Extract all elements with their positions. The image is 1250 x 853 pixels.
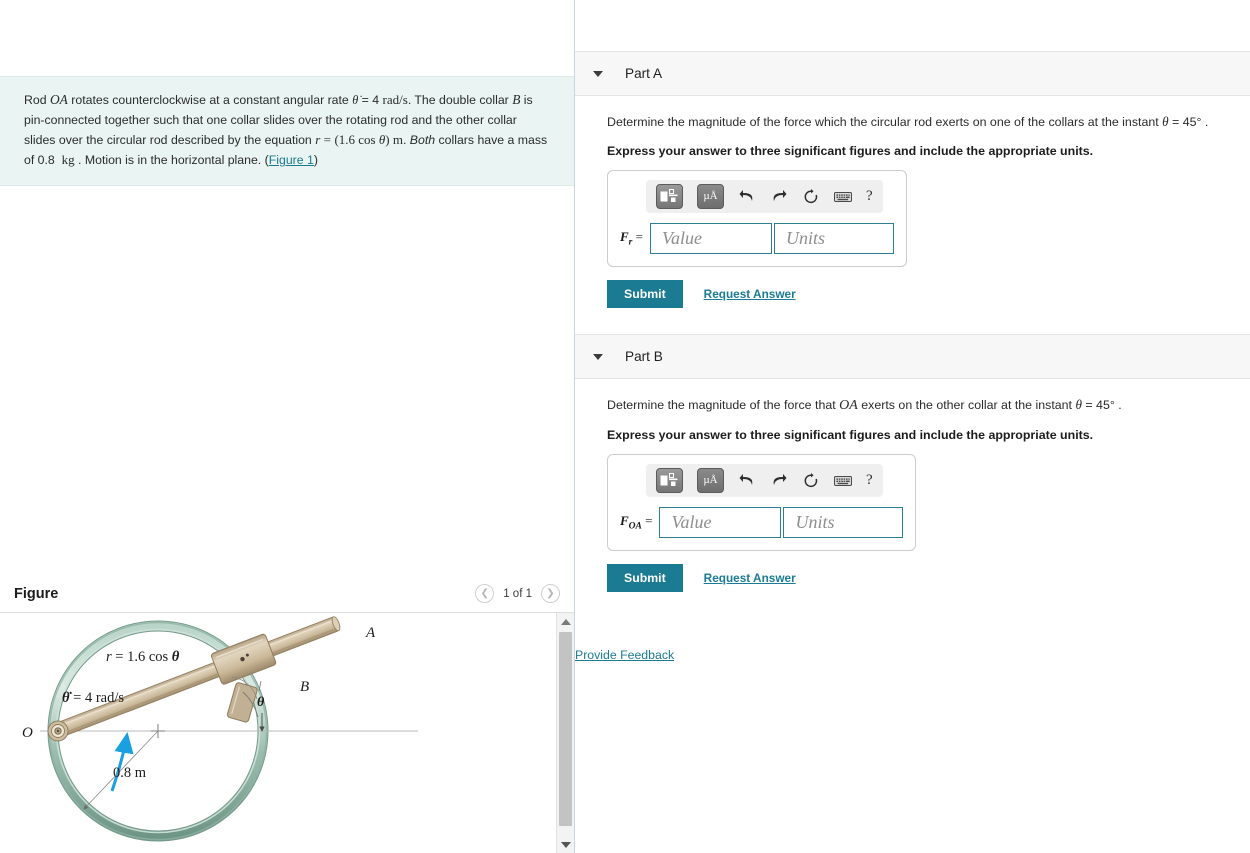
- part-b-header[interactable]: Part B: [575, 334, 1250, 379]
- units-icon[interactable]: µÅ: [697, 468, 724, 493]
- figure-navigation: ❮ 1 of 1 ❯: [475, 584, 560, 603]
- part-b-units-placeholder: Units: [795, 512, 835, 532]
- part-b-instruction: Express your answer to three significant…: [607, 428, 1094, 442]
- part-b-submit-button[interactable]: Submit: [607, 564, 683, 592]
- scrollbar-thumb[interactable]: [559, 632, 572, 826]
- undo-icon[interactable]: [738, 472, 756, 490]
- part-a-submit-row: Submit Request Answer: [607, 280, 1250, 308]
- figure-label-b: B: [300, 679, 309, 695]
- figure-title: Figure: [14, 585, 59, 602]
- part-b-value-placeholder: Value: [671, 512, 712, 532]
- part-b-request-answer-link[interactable]: Request Answer: [704, 571, 796, 585]
- part-a-answer-box: µÅ ? Fr = Value Units: [607, 170, 907, 267]
- triangle-up-icon: [560, 618, 571, 625]
- part-a-header[interactable]: Part A: [575, 51, 1250, 96]
- part-b-value-input[interactable]: Value: [659, 507, 782, 538]
- figure-1-link[interactable]: Figure 1: [269, 153, 314, 167]
- figure-label-radius: 0.8 m: [113, 765, 147, 781]
- problem-panel: Rod OA rotates counterclockwise at a con…: [0, 0, 575, 853]
- math-template-glyph: [660, 189, 678, 202]
- chevron-down-icon[interactable]: [593, 353, 603, 360]
- footer: Provide Feedback: [575, 620, 1250, 664]
- figure-scrollbar[interactable]: [556, 613, 574, 853]
- figure-label-origin: O: [22, 725, 33, 741]
- problem-statement-box: Rod OA rotates counterclockwise at a con…: [0, 76, 574, 187]
- problem-statement-text: Rod OA rotates counterclockwise at a con…: [24, 92, 548, 168]
- help-icon[interactable]: ?: [866, 188, 873, 205]
- part-a-input-row: Fr = Value Units: [620, 223, 894, 254]
- triangle-down-icon: [560, 841, 571, 848]
- scrollbar-up-button[interactable]: [557, 613, 574, 630]
- chevron-right-icon: ❯: [546, 587, 555, 599]
- homework-page: Rod OA rotates counterclockwise at a con…: [0, 0, 1250, 853]
- help-icon[interactable]: ?: [866, 472, 873, 489]
- part-a-units-input[interactable]: Units: [773, 223, 894, 254]
- provide-feedback-link[interactable]: Provide Feedback: [575, 648, 674, 662]
- chevron-left-icon: ❮: [480, 587, 489, 599]
- figure-label-theta: θ: [257, 695, 265, 710]
- part-b-body: Determine the magnitude of the force tha…: [575, 379, 1250, 592]
- oa-symbol: OA: [839, 398, 858, 413]
- part-a-question: Determine the magnitude of the force whi…: [607, 114, 1209, 129]
- part-b-units-input[interactable]: Units: [783, 507, 904, 538]
- part-b-input-row: FOA = Value Units: [620, 507, 904, 538]
- figure-diagram: O A B r = 1.6 cos θ θ̇ = 4 rad/s θ 0.8 m: [22, 616, 418, 842]
- figure-label-equation: r = 1.6 cos θ: [106, 649, 180, 665]
- figure-viewport: O A B r = 1.6 cos θ θ̇ = 4 rad/s θ 0.8 m: [0, 612, 574, 853]
- figure-header: Figure ❮ 1 of 1 ❯: [0, 575, 574, 612]
- figure-prev-button[interactable]: ❮: [475, 584, 495, 603]
- part-b-submit-row: Submit Request Answer: [607, 564, 1250, 592]
- redo-icon[interactable]: [770, 188, 788, 206]
- math-template-icon[interactable]: [656, 184, 683, 209]
- answer-panel: Part A Determine the magnitude of the fo…: [575, 0, 1250, 853]
- units-icon[interactable]: µÅ: [697, 184, 724, 209]
- figure-next-button[interactable]: ❯: [541, 584, 560, 603]
- figure-label-a: A: [365, 625, 376, 641]
- part-a-title: Part A: [625, 66, 663, 81]
- part-b-section: Part B Determine the magnitude of the fo…: [575, 334, 1250, 592]
- part-b-math-toolbar: µÅ ?: [646, 464, 883, 497]
- part-a-variable-label: Fr =: [620, 229, 643, 248]
- part-b-variable-label: FOA =: [620, 513, 653, 532]
- reset-icon[interactable]: [802, 472, 820, 490]
- undo-icon[interactable]: [738, 188, 756, 206]
- figure-counter: 1 of 1: [503, 587, 532, 600]
- reset-icon[interactable]: [802, 188, 820, 206]
- figure-label-omega: θ̇ = 4 rad/s: [62, 690, 124, 706]
- part-a-submit-button[interactable]: Submit: [607, 280, 683, 308]
- part-a-math-toolbar: µÅ ?: [646, 180, 883, 213]
- part-b-question: Determine the magnitude of the force tha…: [607, 397, 1122, 413]
- part-a-request-answer-link[interactable]: Request Answer: [704, 287, 796, 301]
- redo-icon[interactable]: [770, 472, 788, 490]
- part-b-title: Part B: [625, 349, 663, 364]
- keyboard-icon[interactable]: [834, 472, 852, 490]
- math-template-icon[interactable]: [656, 468, 683, 493]
- part-b-answer-box: µÅ ? FOA = Value Units: [607, 454, 917, 551]
- math-template-glyph: [660, 473, 678, 486]
- scrollbar-down-button[interactable]: [557, 836, 574, 853]
- part-a-value-placeholder: Value: [661, 228, 702, 248]
- part-a-body: Determine the magnitude of the force whi…: [575, 96, 1250, 308]
- chevron-down-icon[interactable]: [593, 70, 603, 77]
- part-a-units-placeholder: Units: [785, 228, 825, 248]
- part-a-value-input[interactable]: Value: [649, 223, 772, 254]
- part-a-instruction: Express your answer to three significant…: [607, 144, 1094, 158]
- keyboard-icon[interactable]: [834, 188, 852, 206]
- part-a-section: Part A Determine the magnitude of the fo…: [575, 51, 1250, 308]
